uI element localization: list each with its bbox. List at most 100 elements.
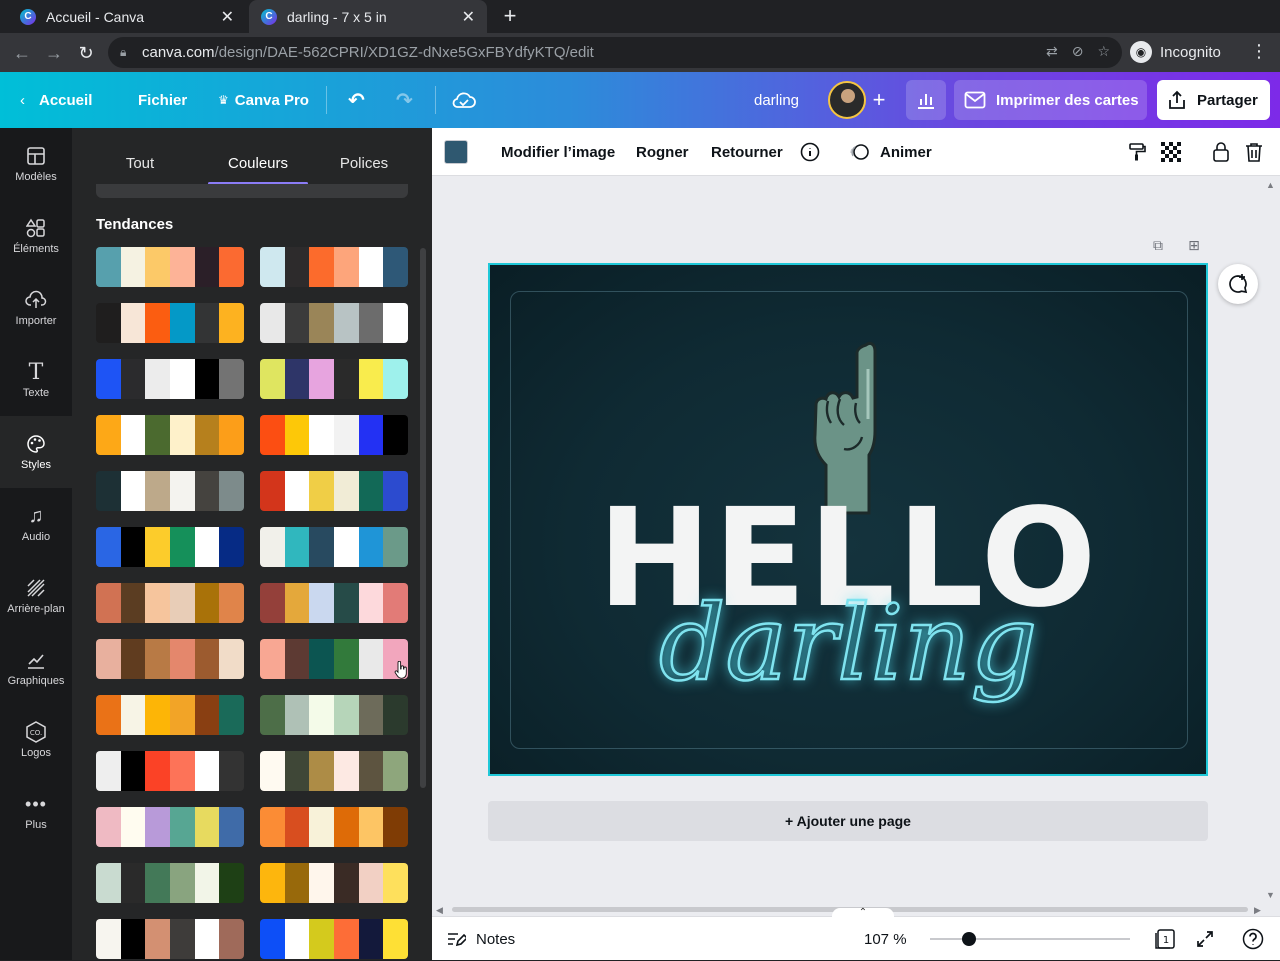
notes-button[interactable]: Notes — [446, 917, 515, 961]
close-tab-icon[interactable]: ✕ — [462, 7, 475, 27]
fullscreen-icon[interactable] — [1194, 928, 1216, 950]
color-palette[interactable] — [260, 807, 408, 847]
color-palette[interactable] — [96, 471, 244, 511]
rail-item-background[interactable]: Arrière-plan — [0, 560, 72, 632]
rail-item-upload[interactable]: Importer — [0, 272, 72, 344]
color-palette[interactable] — [260, 751, 408, 791]
color-palette[interactable] — [260, 639, 408, 679]
incognito-badge[interactable]: ◉ Incognito — [1130, 39, 1221, 65]
design-page-canvas[interactable]: HELLO darling — [488, 263, 1208, 776]
color-palette[interactable] — [96, 751, 244, 791]
color-palette[interactable] — [260, 303, 408, 343]
share-button[interactable]: Partager — [1157, 80, 1270, 120]
canva-pro-button[interactable]: ♛ Canva Pro — [218, 72, 309, 128]
neon-script-text[interactable]: darling — [490, 590, 1206, 697]
color-palette[interactable] — [96, 527, 244, 567]
color-palette[interactable] — [96, 695, 244, 735]
browser-menu-icon[interactable]: ⋮ — [1250, 41, 1268, 62]
context-toolbar: Modifier l’image Rogner Retourner Animer — [432, 128, 1280, 176]
add-page-icon[interactable]: ⊞ — [1184, 235, 1204, 255]
duplicate-page-icon[interactable]: ⧉ — [1148, 235, 1168, 255]
reload-icon[interactable]: ↻ — [74, 41, 98, 65]
search-input[interactable] — [96, 184, 408, 198]
rail-item-styles[interactable]: Styles — [0, 416, 72, 488]
tab-fonts[interactable]: Polices — [320, 142, 408, 184]
translate-icon[interactable]: ⇄ — [1046, 43, 1058, 60]
zoom-slider[interactable] — [930, 938, 1130, 940]
rail-item-elements[interactable]: Éléments — [0, 200, 72, 272]
trash-icon[interactable] — [1243, 141, 1265, 163]
color-palette[interactable] — [96, 583, 244, 623]
color-palette[interactable] — [96, 919, 244, 959]
color-palette[interactable] — [260, 359, 408, 399]
insights-button[interactable] — [906, 80, 946, 120]
color-palette[interactable] — [260, 527, 408, 567]
avatar[interactable] — [828, 81, 866, 119]
undo-icon[interactable]: ↶ — [348, 72, 365, 128]
music-icon: ♫ — [28, 504, 44, 527]
color-palette[interactable] — [260, 919, 408, 959]
flip-button[interactable]: Retourner — [711, 128, 783, 176]
help-icon[interactable] — [1242, 928, 1264, 950]
scroll-up-arrow-icon[interactable]: ▲ — [1266, 180, 1275, 190]
add-comment-button[interactable] — [1218, 264, 1258, 304]
color-palette[interactable] — [96, 359, 244, 399]
palette-swatch — [219, 863, 244, 903]
home-button[interactable]: ‹ Accueil — [20, 72, 92, 128]
edit-image-button[interactable]: Modifier l’image — [501, 128, 615, 176]
new-tab-icon[interactable]: + — [498, 4, 522, 28]
tab-colors[interactable]: Couleurs — [208, 142, 308, 184]
scroll-down-arrow-icon[interactable]: ▼ — [1266, 890, 1275, 900]
zoom-level[interactable]: 107 % — [864, 917, 907, 961]
animate-button[interactable]: Animer — [848, 128, 932, 176]
color-swatch-button[interactable] — [444, 140, 468, 164]
add-collaborator-icon[interactable]: + — [866, 88, 892, 114]
design-title[interactable]: darling — [754, 72, 799, 128]
color-palette[interactable] — [260, 695, 408, 735]
text-icon: T — [28, 359, 44, 385]
color-palette[interactable] — [96, 247, 244, 287]
rail-item-charts[interactable]: Graphiques — [0, 632, 72, 704]
rail-item-more[interactable]: ••• Plus — [0, 776, 72, 848]
lock-icon[interactable] — [1210, 141, 1232, 163]
redo-icon[interactable]: ↷ — [396, 72, 413, 128]
color-palette[interactable] — [96, 303, 244, 343]
scroll-left-arrow-icon[interactable]: ◀ — [436, 905, 443, 916]
forward-arrow-icon[interactable]: → — [42, 41, 66, 65]
color-palette[interactable] — [96, 863, 244, 903]
browser-address-bar: ← → ↻ 🔒︎ canva.com/design/DAE-562CPRI/XD… — [0, 33, 1280, 72]
close-tab-icon[interactable]: ✕ — [221, 7, 234, 27]
browser-tab-home[interactable]: C Accueil - Canva ✕ — [8, 0, 246, 33]
panel-scrollbar[interactable] — [420, 248, 426, 788]
rail-item-text[interactable]: T Texte — [0, 344, 72, 416]
crop-button[interactable]: Rogner — [636, 128, 689, 176]
url-input[interactable]: 🔒︎ canva.com/design/DAE-562CPRI/XD1GZ-dN… — [108, 37, 1122, 68]
file-menu-button[interactable]: Fichier — [138, 72, 187, 128]
browser-tab-design[interactable]: C darling - 7 x 5 in ✕ — [249, 0, 487, 33]
color-palette[interactable] — [260, 247, 408, 287]
color-palette[interactable] — [96, 639, 244, 679]
color-palette[interactable] — [260, 415, 408, 455]
page-count-button[interactable]: 1 — [1154, 928, 1176, 950]
add-page-button[interactable]: + Ajouter une page — [488, 801, 1208, 841]
scroll-right-arrow-icon[interactable]: ▶ — [1254, 905, 1261, 916]
info-icon[interactable] — [799, 141, 821, 163]
rail-item-audio[interactable]: ♫ Audio — [0, 488, 72, 560]
transparency-icon[interactable] — [1160, 141, 1182, 163]
print-cards-button[interactable]: Imprimer des cartes — [954, 80, 1147, 120]
paint-format-icon[interactable] — [1126, 141, 1148, 163]
color-palette[interactable] — [260, 863, 408, 903]
tracking-blocked-icon[interactable]: ⊘ — [1072, 43, 1084, 60]
bookmark-star-icon[interactable]: ☆ — [1097, 43, 1110, 60]
color-palette[interactable] — [260, 583, 408, 623]
color-palette[interactable] — [260, 471, 408, 511]
rail-item-logos[interactable]: CO. Logos — [0, 704, 72, 776]
cloud-saved-icon[interactable] — [452, 72, 476, 128]
zoom-slider-handle[interactable] — [962, 932, 976, 946]
color-palette[interactable] — [96, 415, 244, 455]
rail-item-templates[interactable]: Modèles — [0, 128, 72, 200]
color-palette[interactable] — [96, 807, 244, 847]
canva-pro-label: Canva Pro — [234, 91, 309, 109]
back-arrow-icon[interactable]: ← — [10, 41, 34, 65]
tab-all[interactable]: Tout — [96, 142, 184, 184]
